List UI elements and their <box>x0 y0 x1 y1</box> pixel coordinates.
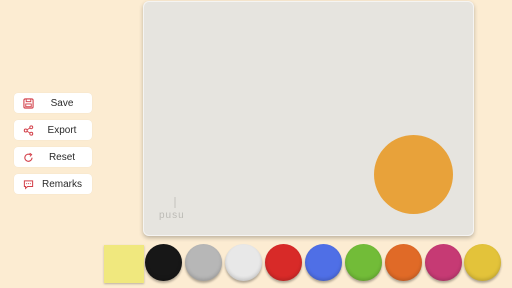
placed-dot[interactable] <box>374 135 453 214</box>
save-icon <box>22 97 34 109</box>
brand-logo: pusu <box>159 195 203 221</box>
save-label: Save <box>50 97 74 109</box>
color-swatch-yellow[interactable] <box>464 244 501 281</box>
color-swatch-blue[interactable] <box>305 244 342 281</box>
pegboard-canvas[interactable]: pusu <box>143 1 474 236</box>
color-swatch-green[interactable] <box>345 244 382 281</box>
brand-text: pusu <box>159 210 185 221</box>
color-palette <box>0 240 512 288</box>
color-swatch-red[interactable] <box>265 244 302 281</box>
color-swatch-white[interactable] <box>225 244 262 281</box>
save-button[interactable]: Save <box>14 93 92 113</box>
color-swatch-gray[interactable] <box>185 244 222 281</box>
reset-button[interactable]: Reset <box>14 147 92 167</box>
export-label: Export <box>47 124 77 136</box>
remarks-button[interactable]: Remarks <box>14 174 92 194</box>
side-menu: Save Export Reset Remarks <box>14 93 92 201</box>
color-swatch-magenta[interactable] <box>425 244 462 281</box>
comment-icon <box>22 178 34 190</box>
reset-label: Reset <box>48 151 76 163</box>
reset-icon <box>22 151 34 163</box>
export-button[interactable]: Export <box>14 120 92 140</box>
color-swatch-black[interactable] <box>145 244 182 281</box>
sticky-note[interactable] <box>104 245 144 283</box>
share-icon <box>22 124 34 136</box>
color-swatch-orange[interactable] <box>385 244 422 281</box>
remarks-label: Remarks <box>41 178 82 190</box>
